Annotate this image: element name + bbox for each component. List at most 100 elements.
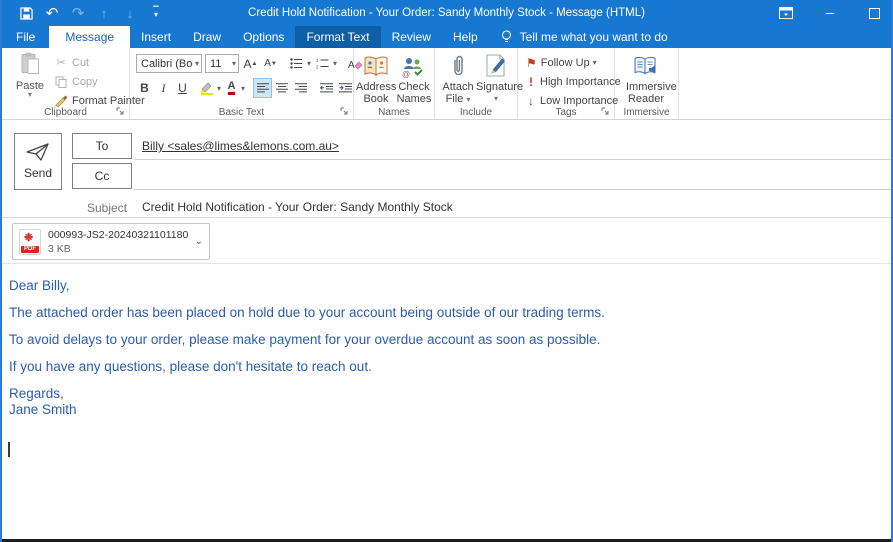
svg-text:2: 2 [316,65,319,70]
attach-file-label-2: File ▾ [438,93,478,106]
follow-up-label: Follow Up [541,57,590,69]
quick-access-toolbar: ↶ ↷ ↑ ↓ ▔▾ [2,4,166,22]
font-size-value: 11 [210,58,230,70]
font-name-value: Calibri (Bod [141,58,193,70]
bullets-dropdown-icon[interactable]: ▾ [307,59,311,68]
attach-file-button[interactable]: Attach File ▾ [438,52,478,106]
pdf-file-icon: ❉ PDF [19,229,41,255]
font-size-dropdown-icon: ▾ [232,59,236,68]
basic-text-dialog-launcher-icon[interactable] [340,107,350,117]
title-bar: ↶ ↷ ↑ ↓ ▔▾ Credit Hold Notification - Yo… [2,0,891,26]
svg-text:1: 1 [316,58,319,63]
numbering-button[interactable]: 12 [314,55,331,73]
align-left-button[interactable] [254,79,271,97]
font-color-button[interactable]: A [223,79,240,97]
align-center-button[interactable] [273,79,290,97]
tell-me-box[interactable]: Tell me what you want to do [501,26,668,48]
names-group-label: Names [354,107,434,118]
decrease-indent-button[interactable] [318,79,335,97]
ribbon: Paste ▾ ✂ Cut Copy Form [2,48,891,120]
tab-help[interactable]: Help [442,26,489,48]
message-header: Send To Cc Billy <sales@limes&lemons.com… [2,120,891,218]
tab-format-text[interactable]: Format Text [295,26,380,48]
highlight-dropdown-icon[interactable]: ▾ [217,84,221,93]
numbering-dropdown-icon[interactable]: ▾ [333,59,337,68]
copy-icon [54,75,68,88]
increase-indent-button[interactable] [337,79,354,97]
message-body-editor[interactable]: Dear Billy, The attached order has been … [2,264,891,539]
tags-dialog-launcher-icon[interactable] [601,107,611,117]
font-name-combo[interactable]: Calibri (Bod ▾ [136,54,202,73]
highlight-button[interactable] [199,79,216,97]
attachment-chip[interactable]: ❉ PDF 000993-JS2-20240321101180660.PDF 3… [12,223,210,260]
grow-font-button[interactable]: A▲ [242,55,259,73]
cut-scissors-icon: ✂ [54,56,68,69]
check-names-label-1: Check [394,81,434,93]
tab-message[interactable]: Message [49,26,130,48]
signature-button[interactable]: Signature ▾ [476,52,516,105]
italic-button[interactable]: I [155,79,172,97]
save-icon[interactable] [16,4,36,22]
text-cursor [8,442,10,457]
tab-options[interactable]: Options [232,26,295,48]
immersive-reader-button[interactable]: Immersive Reader [626,52,666,105]
ribbon-display-options-icon[interactable] [777,4,795,22]
maximize-icon[interactable] [865,4,883,22]
move-up-icon[interactable]: ↑ [94,4,114,22]
check-names-button[interactable]: @ Check Names [394,52,434,105]
tab-review[interactable]: Review [381,26,442,48]
attachment-dropdown-icon[interactable]: ⌄ [195,236,203,247]
signature-block: Regards, Jane Smith [9,386,881,418]
to-recipient[interactable]: Billy <sales@limes&lemons.com.au> [142,139,339,153]
follow-up-button[interactable]: ⚑ Follow Up ▾ [526,54,621,71]
tab-file[interactable]: File [2,26,49,48]
body-paragraph: To avoid delays to your order, please ma… [9,332,881,348]
paste-button[interactable]: Paste ▾ [10,52,50,108]
cc-button[interactable]: Cc [72,163,132,189]
bullets-button[interactable] [288,55,305,73]
shrink-font-button[interactable]: A▼ [262,55,279,73]
font-name-dropdown-icon: ▾ [195,59,199,68]
send-button[interactable]: Send [14,133,62,190]
format-painter-brush-icon [54,94,68,107]
cut-label: Cut [72,57,89,69]
attach-file-dropdown-icon: ▾ [466,95,470,104]
include-group-label: Include [435,107,517,118]
minimize-icon[interactable]: ─ [821,4,839,22]
font-color-letter: A [228,80,236,92]
underline-button[interactable]: U [174,79,191,97]
attachment-meta: 000993-JS2-20240321101180660.PDF 3 KB [48,229,188,255]
font-size-combo[interactable]: 11 ▾ [205,54,239,73]
subject-field[interactable]: Credit Hold Notification - Your Order: S… [142,200,453,214]
paperclip-icon [438,52,478,78]
follow-up-flag-icon: ⚑ [526,56,537,70]
attachment-filename: 000993-JS2-20240321101180660.PDF [48,229,188,241]
outlook-message-window: ↶ ↷ ↑ ↓ ▔▾ Credit Hold Notification - Yo… [0,0,893,542]
high-importance-button[interactable]: ! High Importance [526,73,621,90]
cc-field-underline [134,189,891,190]
send-plane-icon [26,143,50,161]
attach-file-label-1: Attach [438,81,478,93]
basic-text-group-label: Basic Text [130,107,353,118]
bold-button[interactable]: B [136,79,153,97]
clipboard-dialog-launcher-icon[interactable] [116,107,126,117]
tell-me-label: Tell me what you want to do [520,30,668,44]
paste-dropdown-icon: ▾ [10,92,50,98]
tab-draw[interactable]: Draw [182,26,232,48]
align-right-button[interactable] [292,79,309,97]
ribbon-group-include: Attach File ▾ Signature ▾ Include [435,48,518,119]
to-button[interactable]: To [72,133,132,159]
address-book-button[interactable]: Address Book [356,52,396,105]
customize-quick-access-icon[interactable]: ▔▾ [146,4,166,22]
redo-icon[interactable]: ↷ [68,4,88,22]
copy-label: Copy [72,76,98,88]
tab-insert[interactable]: Insert [130,26,182,48]
lightbulb-icon [501,30,512,44]
move-down-icon[interactable]: ↓ [120,4,140,22]
ribbon-group-clipboard: Paste ▾ ✂ Cut Copy Form [2,48,130,119]
ribbon-group-tags: ⚑ Follow Up ▾ ! High Importance ↓ Low Im… [518,48,615,119]
font-color-dropdown-icon[interactable]: ▾ [241,84,245,93]
undo-icon[interactable]: ↶ [42,4,62,22]
follow-up-dropdown-icon: ▾ [593,58,597,67]
signature-icon [476,52,516,78]
